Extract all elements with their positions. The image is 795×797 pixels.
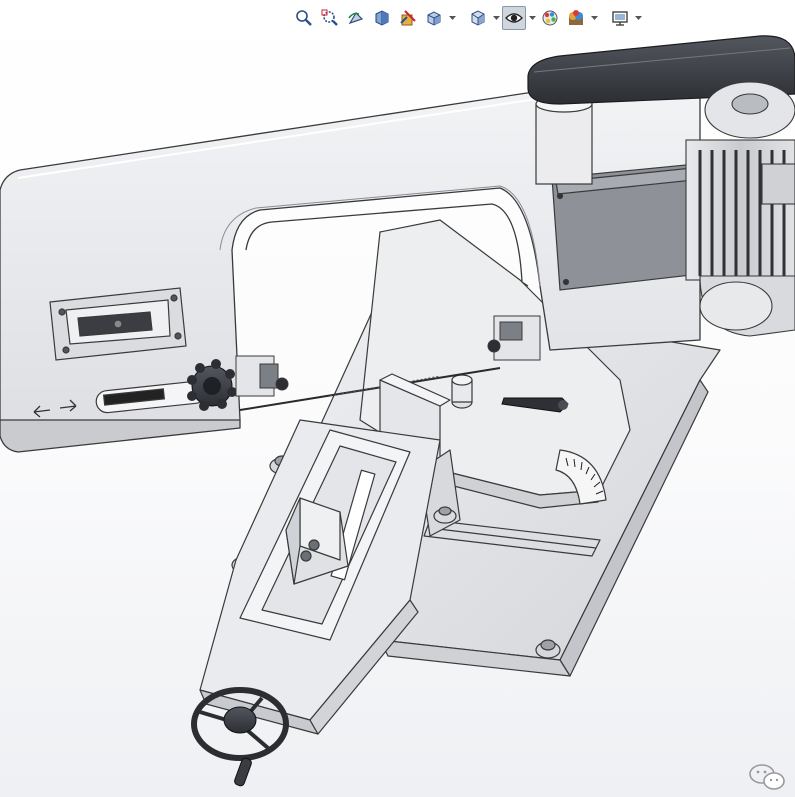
hide-show-items-button[interactable] [502,6,526,30]
apply-scene-icon [569,10,583,25]
section-view-icon [375,10,389,26]
zoom-to-area-button[interactable] [318,6,342,30]
display-style-dropdown[interactable] [492,7,500,29]
graphics-area[interactable] [0,0,795,797]
heads-up-view-toolbar [292,6,642,30]
dynamic-annotation-views-icon [400,10,416,26]
chevron-down-icon [492,15,500,20]
pulley-column [535,95,593,185]
blade-guide-right [487,315,541,361]
apply-scene-button[interactable] [564,6,588,30]
vise-body[interactable] [199,419,441,735]
apply-scene-dropdown[interactable] [590,7,598,29]
hide-show-items-icon [505,13,523,23]
view-orientation-button[interactable] [422,6,446,30]
edit-appearance-icon [542,10,558,26]
edit-appearance-button[interactable] [538,6,562,30]
section-view-button[interactable] [370,6,394,30]
view-settings-button[interactable] [608,6,632,30]
blade-guide-left [235,355,289,397]
motor [685,81,795,337]
view-orientation-icon [427,11,441,26]
zoom-to-area-icon [321,9,338,26]
dynamic-annotation-views-button[interactable] [396,6,420,30]
view-orientation-dropdown[interactable] [448,7,456,29]
zoom-to-fit-button[interactable] [292,6,316,30]
hide-show-items-dropdown[interactable] [528,7,536,29]
view-settings-icon [612,11,628,26]
chevron-down-icon [634,15,642,20]
wechat-logo-icon [749,764,785,790]
display-style-button[interactable] [466,6,490,30]
display-style-icon [471,10,485,26]
chevron-down-icon [528,15,536,20]
zoom-to-fit-icon [296,10,312,26]
view-settings-dropdown[interactable] [634,7,642,29]
previous-view-button[interactable] [344,6,368,30]
cad-model-bandsaw[interactable] [0,0,795,797]
chevron-down-icon [590,15,598,20]
chevron-down-icon [448,15,456,20]
previous-view-icon [348,12,364,25]
